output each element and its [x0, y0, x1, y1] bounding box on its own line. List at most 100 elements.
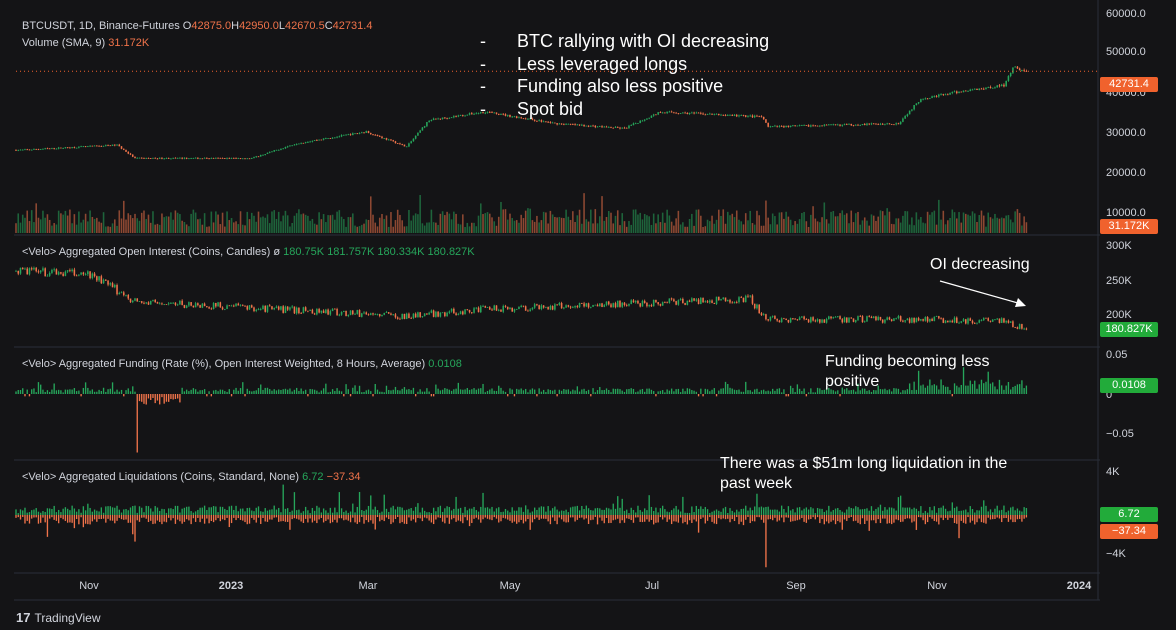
oi-candle-body: [751, 295, 754, 304]
funding-bar: [724, 381, 727, 394]
liquidation-bar-long: [697, 508, 700, 515]
funding-bar: [388, 389, 390, 394]
liquidation-bar-short: [136, 515, 138, 521]
funding-bar: [1012, 386, 1014, 394]
price-candle-body: [610, 127, 612, 128]
oi-candle-body: [468, 309, 471, 313]
liquidation-bar-short: [978, 515, 980, 519]
tradingview-brand[interactable]: 17 TradingView: [16, 610, 101, 625]
liquidation-bar-short: [592, 515, 594, 520]
y-tick-label: 20000.0: [1106, 167, 1146, 179]
volume-bar: [899, 222, 902, 233]
volume-bar: [17, 213, 20, 233]
price-candle-body: [345, 134, 347, 136]
funding-bar: [208, 391, 210, 394]
oi-candle-body: [450, 308, 453, 312]
volume-bar: [623, 221, 626, 233]
liquidation-bar-long: [650, 506, 653, 515]
liquidation-bar-short: [599, 515, 601, 518]
liquidation-bar-short: [731, 515, 733, 520]
liquidation-bar-short: [293, 515, 296, 519]
liquidation-bar-short: [855, 515, 857, 521]
funding-bar: [87, 387, 89, 394]
funding-bar: [702, 394, 704, 397]
price-candle-body: [129, 153, 132, 155]
volume-bar: [655, 223, 657, 233]
volume-bar: [819, 222, 821, 233]
price-candle-body: [886, 123, 888, 125]
funding-bar: [1010, 389, 1012, 394]
volume-bar: [522, 218, 525, 233]
liquidation-bar-long: [19, 509, 22, 515]
oi-candle-body: [531, 307, 534, 310]
liquidation-bar-short: [873, 515, 875, 521]
liquidation-bar-long: [531, 511, 534, 515]
price-candle-body: [410, 141, 412, 144]
liquidation-bar-short: [983, 515, 985, 523]
funding-bar: [749, 390, 751, 394]
oi-candle-body: [666, 302, 668, 304]
liquidation-bar-short: [859, 515, 861, 525]
liquidation-bar-long: [978, 510, 980, 515]
liquidation-bar-long: [55, 512, 58, 515]
liquidation-bar-long: [576, 505, 579, 515]
liquidation-bar-long: [150, 508, 152, 515]
liquidation-bar-long: [525, 505, 527, 515]
funding-bar: [513, 394, 516, 397]
liquidation-bar-short: [962, 515, 965, 523]
funding-bar: [336, 388, 338, 394]
funding-bar: [168, 394, 170, 402]
liquidation-bar-long: [906, 507, 909, 515]
volume-bar: [147, 214, 150, 233]
oi-value: 180.334K: [377, 246, 425, 258]
oi-candle-body: [354, 313, 356, 315]
liquidation-bar-long: [136, 512, 138, 515]
liquidation-bar-long: [994, 508, 996, 515]
liquidation-bar-short: [120, 515, 123, 520]
price-candle-body: [834, 124, 837, 126]
oi-candle-body: [417, 312, 419, 318]
funding-bar: [715, 394, 718, 397]
price-candle-body: [313, 140, 316, 141]
liquidation-bar-long: [942, 505, 944, 515]
y-tick-label: 30000.0: [1106, 127, 1146, 139]
oi-candle-body: [480, 306, 482, 313]
liquidation-bar-short: [772, 515, 774, 521]
liquidation-bar-short: [24, 515, 26, 524]
volume-bar: [762, 225, 765, 233]
liquidation-bar-long: [84, 510, 87, 515]
liquidation-bar-long: [78, 509, 80, 515]
ohlc-value: 42670.5: [284, 20, 325, 32]
volume-bar: [435, 222, 437, 233]
liquidation-bar-long: [181, 508, 183, 515]
oi-candle-body: [558, 303, 561, 305]
oi-candle-body: [432, 310, 435, 317]
price-candle-body: [904, 116, 906, 119]
funding-bar: [69, 389, 71, 394]
funding-bar: [1003, 389, 1005, 394]
liquidation-bar-long: [594, 508, 596, 515]
liquidation-bar-long: [343, 511, 345, 515]
price-candle-body: [563, 124, 565, 126]
price-candle-body: [127, 151, 130, 154]
funding-bar: [480, 388, 482, 394]
liquidation-bar-short: [15, 515, 17, 518]
volume-bar: [480, 203, 482, 233]
price-candle-body: [55, 148, 58, 150]
volume-bar: [412, 215, 415, 233]
price-candle-body: [21, 149, 24, 151]
volume-bar: [828, 223, 830, 233]
price-candle-body: [998, 85, 1001, 87]
funding-bar: [64, 389, 67, 394]
liquidation-bar-long: [587, 508, 590, 515]
funding-bar: [127, 388, 129, 394]
volume-bar: [387, 226, 390, 233]
funding-bar: [989, 383, 992, 394]
price-candle-body: [938, 94, 940, 97]
funding-bar: [37, 382, 40, 394]
liquidation-bar-long: [742, 508, 745, 515]
volume-bar: [749, 210, 751, 233]
volume-bar: [129, 215, 132, 233]
liquidation-bar-long: [138, 506, 141, 515]
price-candle-body: [837, 124, 839, 126]
